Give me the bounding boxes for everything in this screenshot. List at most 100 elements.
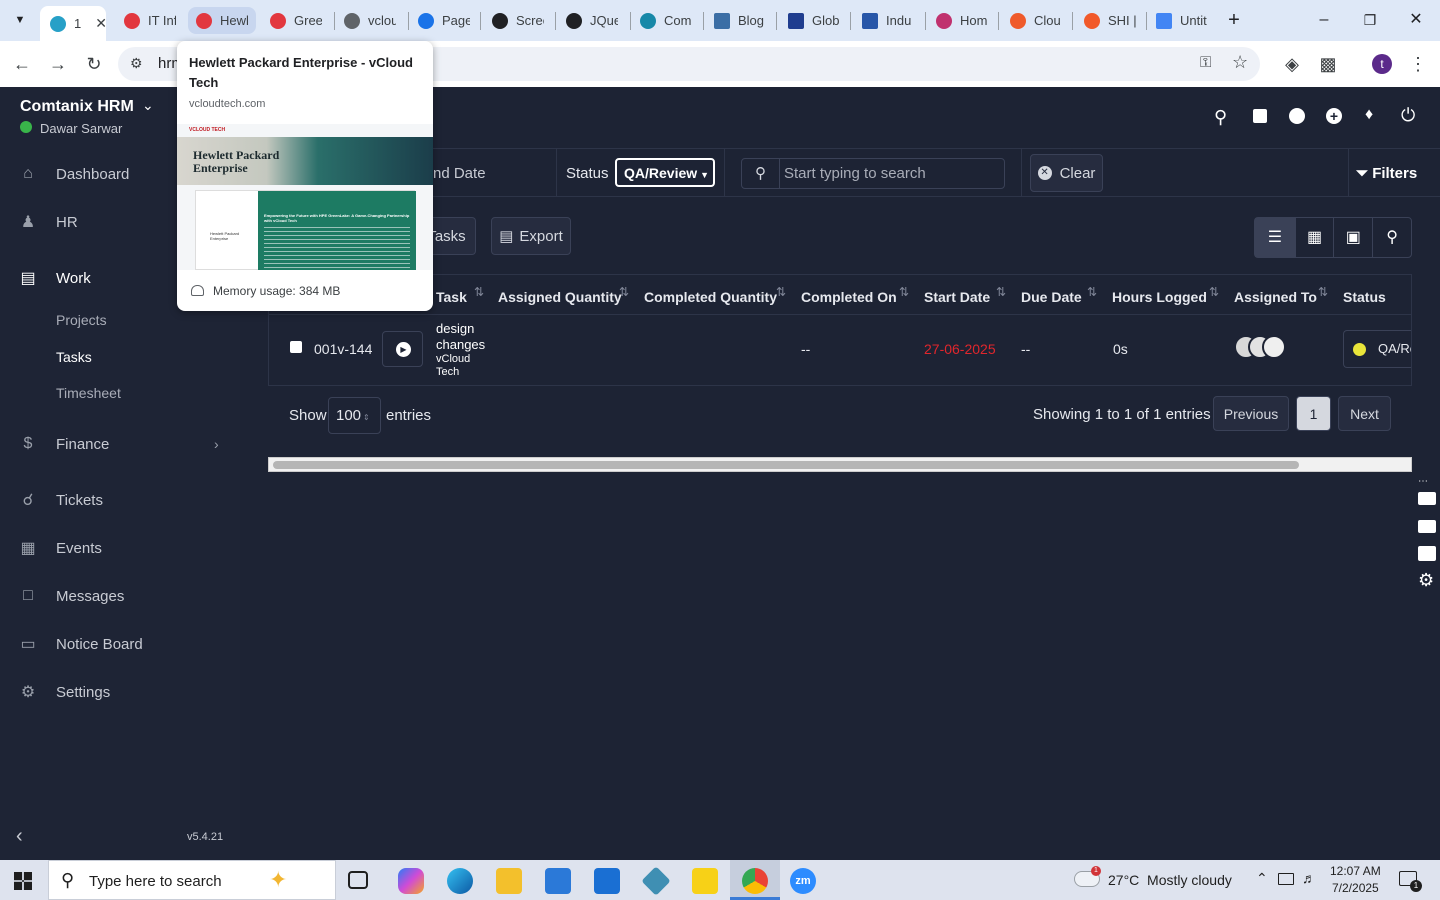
company-name[interactable]: Comtanix HRM xyxy=(20,98,134,116)
settings-gear-icon[interactable]: ⚙ xyxy=(1418,570,1434,591)
column-header-assigned-to[interactable]: Assigned To xyxy=(1234,289,1317,305)
sticky-note-icon[interactable] xyxy=(1253,109,1267,123)
previous-page-button[interactable]: Previous xyxy=(1213,396,1289,431)
tab-5[interactable]: vclou xyxy=(344,7,396,34)
windows-start-icon[interactable] xyxy=(14,872,32,890)
password-key-icon[interactable]: ⚿ xyxy=(1200,54,1211,71)
tab-7[interactable]: Scree xyxy=(492,7,544,34)
sort-icon[interactable]: ⇅ xyxy=(1318,285,1328,299)
table-row[interactable]: 001v-144 ▶ design changes vCloud Tech --… xyxy=(269,315,1411,385)
restore-icon[interactable]: ❐ xyxy=(1358,8,1382,32)
close-tab-icon[interactable]: ✕ xyxy=(95,15,106,32)
sort-icon[interactable]: ⇅ xyxy=(1209,285,1219,299)
chrome-icon[interactable] xyxy=(742,868,768,894)
assignee-avatars[interactable] xyxy=(1234,335,1290,359)
sidebar-item-notice-board[interactable]: ▭ Notice Board xyxy=(0,624,240,664)
tab-4[interactable]: Gree xyxy=(270,7,322,34)
tab-9[interactable]: Com xyxy=(640,7,692,34)
clock-time[interactable]: 12:07 AM xyxy=(1330,864,1381,878)
bookmark-star-icon[interactable]: ☆ xyxy=(1232,52,1248,73)
search-box[interactable]: ⚲ Start typing to search xyxy=(741,158,1005,189)
list-view-icon[interactable]: ☰ xyxy=(1255,218,1295,257)
task-name-link[interactable]: design changes vCloud Tech xyxy=(436,321,485,379)
tab-11[interactable]: Glob xyxy=(788,7,840,34)
tab-3[interactable]: Hewl xyxy=(188,7,256,34)
sidebar-item-finance[interactable]: $ Finance › xyxy=(0,424,240,464)
sidebar-subitem-tasks[interactable]: Tasks xyxy=(56,349,92,365)
column-header-status[interactable]: Status xyxy=(1343,289,1386,305)
tab-10[interactable]: Blog xyxy=(714,7,766,34)
new-tab-icon[interactable]: + xyxy=(1222,8,1246,32)
sort-icon[interactable]: ⇅ xyxy=(996,285,1006,299)
sticky-notes-icon[interactable] xyxy=(692,868,718,894)
sort-icon[interactable]: ⇅ xyxy=(1087,285,1097,299)
weather-text[interactable]: 27°C Mostly cloudy xyxy=(1108,872,1232,888)
tab-15[interactable]: SHI | xyxy=(1084,7,1136,34)
mail-icon[interactable] xyxy=(594,868,620,894)
window-copy-icon[interactable] xyxy=(1418,546,1436,561)
forward-icon[interactable]: → xyxy=(48,54,68,74)
zoom-icon[interactable]: zm xyxy=(790,868,816,894)
tab-16[interactable]: Untit xyxy=(1156,7,1210,34)
row-checkbox[interactable] xyxy=(290,341,302,353)
add-circle-icon[interactable]: + xyxy=(1326,108,1342,124)
column-header-completed-quantity[interactable]: Completed Quantity xyxy=(644,289,777,305)
clock-icon[interactable] xyxy=(1289,108,1305,124)
sidebar-subitem-projects[interactable]: Projects xyxy=(56,312,107,328)
column-header-due-date[interactable]: Due Date xyxy=(1021,289,1082,305)
back-icon[interactable]: ← xyxy=(12,54,32,74)
sidebar-item-messages[interactable]: □ Messages xyxy=(0,576,240,616)
calendar-view-icon[interactable]: ▣ xyxy=(1333,218,1372,257)
chevron-up-icon[interactable]: ⌃ xyxy=(1256,870,1268,887)
link-dots-icon[interactable]: ⋯ xyxy=(1418,476,1428,487)
board-view-icon[interactable]: ▦ xyxy=(1294,218,1334,257)
task-view-icon[interactable] xyxy=(348,871,368,889)
collapse-sidebar-icon[interactable]: ‹ xyxy=(16,825,23,848)
clear-filters-button[interactable]: ✕ Clear xyxy=(1030,154,1103,192)
clock-date[interactable]: 7/2/2025 xyxy=(1332,881,1379,895)
minimize-icon[interactable]: – xyxy=(1312,8,1336,32)
pin-view-icon[interactable]: ⚲ xyxy=(1372,218,1411,257)
video-camera-icon[interactable] xyxy=(1418,520,1436,533)
column-header-hours-logged[interactable]: Hours Logged xyxy=(1112,289,1207,305)
edge-icon[interactable] xyxy=(447,868,473,894)
tab-13[interactable]: Hom xyxy=(936,7,988,34)
status-select[interactable]: QA/Review ▼ xyxy=(615,158,715,187)
site-settings-icon[interactable]: ⚙ xyxy=(130,55,143,72)
scrollbar-thumb[interactable] xyxy=(273,461,1299,469)
sort-icon[interactable]: ⇅ xyxy=(474,285,484,299)
entries-select[interactable]: 100 ⇕ xyxy=(328,397,381,434)
close-window-icon[interactable]: ✕ xyxy=(1404,8,1428,32)
next-page-button[interactable]: Next xyxy=(1338,396,1391,431)
translate-icon[interactable]: ◈ xyxy=(1282,54,1302,74)
reload-icon[interactable]: ↻ xyxy=(84,54,104,74)
copilot-icon[interactable] xyxy=(398,868,424,894)
export-button[interactable]: ▤ Export xyxy=(491,217,571,255)
tab-1[interactable]: 1 ✕ xyxy=(40,6,106,41)
sidebar-item-tickets[interactable]: ☌ Tickets xyxy=(0,480,240,520)
sidebar-subitem-timesheet[interactable]: Timesheet xyxy=(56,385,121,401)
column-header-task[interactable]: Task xyxy=(436,289,467,305)
search-input[interactable]: Start typing to search xyxy=(784,165,926,182)
sidebar-item-settings[interactable]: ⚙ Settings xyxy=(0,672,240,712)
filters-toggle-button[interactable]: ⏷ Filters xyxy=(1356,165,1417,182)
sort-icon[interactable]: ⇅ xyxy=(899,285,909,299)
horizontal-scrollbar[interactable] xyxy=(268,457,1412,472)
microsoft-store-icon[interactable] xyxy=(545,868,571,894)
taskbar-search-input[interactable]: Type here to search xyxy=(89,873,222,890)
tab-search-button[interactable]: ▼ xyxy=(8,8,32,32)
tab-14[interactable]: Clou xyxy=(1010,7,1062,34)
camera-icon[interactable] xyxy=(1418,492,1436,505)
tab-6[interactable]: Page xyxy=(418,7,470,34)
search-icon[interactable]: ⚲ xyxy=(1214,107,1227,128)
tab-2[interactable]: IT Inf xyxy=(124,7,176,34)
status-dropdown[interactable]: QA/Re xyxy=(1343,330,1411,368)
menu-kebab-icon[interactable]: ⋮ xyxy=(1408,54,1428,74)
column-header-assigned-quantity[interactable]: Assigned Quantity xyxy=(498,289,622,305)
sidebar-item-events[interactable]: ▦ Events xyxy=(0,528,240,568)
power-icon[interactable]: ⏻ xyxy=(1401,105,1415,126)
sort-icon[interactable]: ⇅ xyxy=(619,285,629,299)
file-explorer-icon[interactable] xyxy=(496,868,522,894)
bell-icon[interactable]: ♦ xyxy=(1365,106,1373,124)
extensions-icon[interactable]: ▩ xyxy=(1318,54,1338,74)
